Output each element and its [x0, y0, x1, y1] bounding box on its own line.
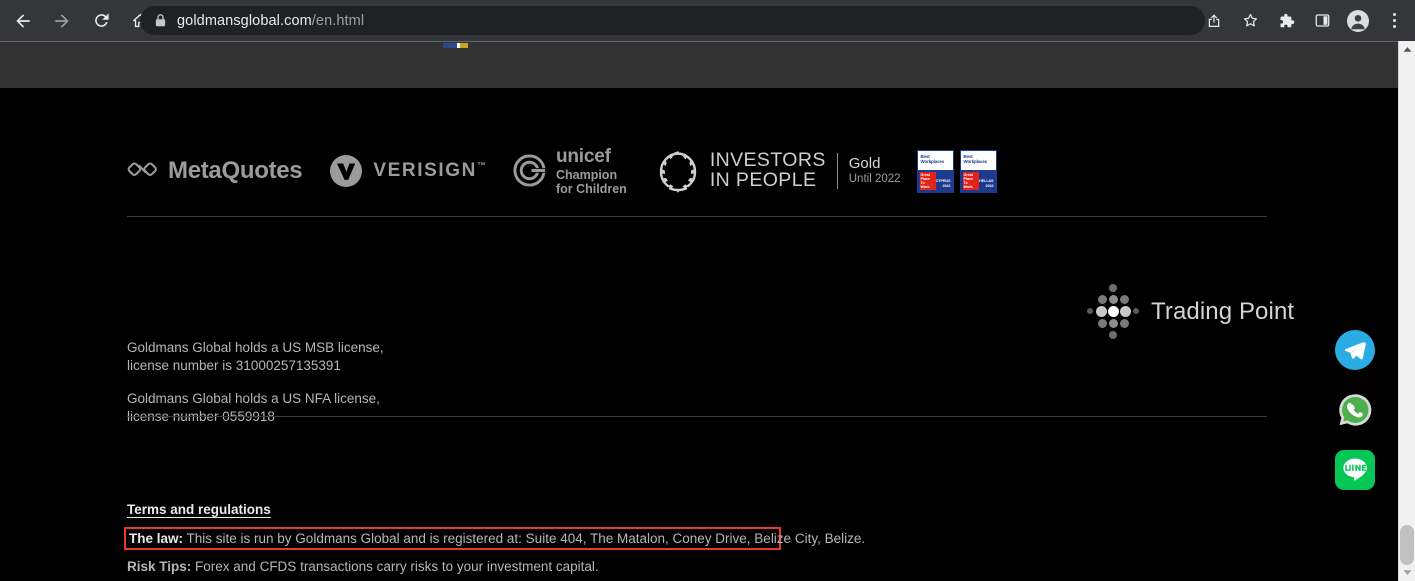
- verisign-logo-icon: [330, 155, 363, 187]
- scroll-up-arrow-icon: [1403, 47, 1411, 52]
- verisign-label: VERISIGN™: [373, 160, 486, 181]
- badge-title: Best Workplaces: [960, 150, 996, 170]
- line-button[interactable]: [1330, 445, 1380, 495]
- law-label: The law:: [129, 531, 184, 546]
- unicef-logo[interactable]: unicef Champion for Children: [512, 146, 627, 196]
- puzzle-piece-icon: [1280, 13, 1295, 27]
- url-text: goldmansglobal.com/en.html: [177, 13, 364, 29]
- divider-bottom: [127, 416, 1267, 417]
- risk-tips-text: Risk Tips: Forex and CFDS transactions c…: [127, 559, 599, 574]
- investors-in-people-logo[interactable]: INVESTORS IN PEOPLE Gold Until 2022: [654, 148, 901, 194]
- scroll-up-button[interactable]: [1399, 41, 1415, 58]
- whatsapp-icon: [1335, 390, 1375, 430]
- badge-region-year: HELLAS 2022: [979, 179, 994, 188]
- telegram-icon: [1335, 330, 1375, 370]
- iip-line2: IN PEOPLE: [709, 169, 817, 191]
- best-workplaces-badges: Best Workplaces Great Place To Work. CYP…: [916, 149, 997, 193]
- url-path: /en.html: [311, 12, 365, 29]
- page-viewport: MetaQuotes VERISIGN™ unicef Champion for…: [0, 41, 1415, 581]
- best-workplaces-badge[interactable]: Best Workplaces Great Place To Work. HEL…: [959, 149, 997, 193]
- scrollbar-thumb[interactable]: [1400, 525, 1414, 565]
- terms-and-regulations-link[interactable]: Terms and regulations: [127, 502, 271, 517]
- investors-in-people-wreath-icon: [659, 151, 697, 193]
- star-icon: [1243, 13, 1257, 27]
- lock-icon: [155, 14, 166, 27]
- page-header-band: [0, 41, 1398, 88]
- side-panel-icon: [1315, 14, 1329, 27]
- iip-award-label: Gold: [848, 155, 881, 173]
- back-button[interactable]: [8, 6, 38, 36]
- divider-top: [127, 216, 1267, 217]
- unicef-line2: for Children: [555, 181, 627, 196]
- unicef-line1: Champion: [555, 167, 618, 182]
- msb-license-text: Goldmans Global holds a US MSB license, …: [127, 340, 384, 373]
- unicef-label: unicef: [555, 146, 611, 168]
- license-information: Goldmans Global holds a US MSB license, …: [127, 339, 384, 441]
- trading-point-label: Trading Point: [1151, 298, 1295, 325]
- url-domain: goldmansglobal.com: [177, 12, 312, 29]
- cut-off-page-element: [443, 43, 473, 48]
- badge-region-year: CYPRUS 2022: [935, 179, 951, 188]
- browser-toolbar: goldmansglobal.com/en.html: [0, 0, 1415, 41]
- scroll-down-arrow-icon: [1403, 570, 1411, 575]
- scroll-down-button[interactable]: [1399, 564, 1415, 581]
- back-arrow-icon: [16, 13, 30, 28]
- extensions-button[interactable]: [1271, 6, 1301, 36]
- best-workplaces-badge[interactable]: Best Workplaces Great Place To Work. CYP…: [916, 149, 954, 193]
- address-bar[interactable]: goldmansglobal.com/en.html: [140, 6, 1205, 35]
- chrome-menu-button[interactable]: [1379, 6, 1409, 36]
- great-place-to-work-mark: Great Place To Work.: [919, 171, 936, 190]
- profile-button[interactable]: [1343, 6, 1373, 36]
- risk-body: Forex and CFDS transactions carry risks …: [191, 559, 599, 574]
- trading-point-logo[interactable]: Trading Point: [1085, 284, 1294, 340]
- forward-arrow-icon: [55, 13, 69, 28]
- three-dot-menu-icon: [1392, 13, 1396, 28]
- partner-logos: MetaQuotes VERISIGN™ unicef Champion for…: [127, 141, 997, 201]
- nfa-license-text: Goldmans Global holds a US NFA license, …: [127, 391, 380, 424]
- great-place-to-work-mark: Great Place To Work.: [962, 171, 980, 190]
- share-icon: [1208, 13, 1220, 27]
- page-scrollbar[interactable]: [1398, 41, 1415, 581]
- bookmark-button[interactable]: [1235, 6, 1265, 36]
- iip-award-validity: Until 2022: [848, 172, 901, 185]
- trading-point-dots-logo-icon: [1085, 284, 1141, 340]
- badge-title: Best Workplaces: [917, 150, 953, 170]
- risk-label: Risk Tips:: [127, 559, 192, 574]
- line-icon: [1335, 450, 1375, 490]
- investors-in-people-text: INVESTORS IN PEOPLE: [709, 150, 826, 191]
- metaquotes-logo[interactable]: MetaQuotes: [127, 156, 303, 186]
- social-contact-rail: [1330, 325, 1380, 495]
- metaquotes-logo-icon: [127, 162, 157, 176]
- metaquotes-label: MetaQuotes: [168, 157, 303, 184]
- iip-divider: [836, 153, 838, 189]
- iip-award: Gold Until 2022: [849, 156, 901, 185]
- law-text: The law: This site is run by Goldmans Gl…: [129, 531, 865, 546]
- reload-icon: [94, 13, 109, 27]
- reload-button[interactable]: [86, 6, 116, 36]
- toolbar-actions: [1193, 0, 1415, 41]
- telegram-button[interactable]: [1330, 325, 1380, 375]
- unicef-logo-icon: [513, 154, 546, 188]
- law-highlight-box: The law: This site is run by Goldmans Gl…: [124, 527, 865, 550]
- avatar-icon: [1347, 9, 1369, 32]
- verisign-logo[interactable]: VERISIGN™: [328, 153, 486, 189]
- side-panel-button[interactable]: [1307, 6, 1337, 36]
- share-button[interactable]: [1199, 6, 1229, 36]
- unicef-text: unicef Champion for Children: [556, 146, 627, 195]
- forward-button[interactable]: [47, 6, 77, 36]
- whatsapp-button[interactable]: [1330, 385, 1380, 435]
- law-body: This site is run by Goldmans Global and …: [183, 531, 866, 546]
